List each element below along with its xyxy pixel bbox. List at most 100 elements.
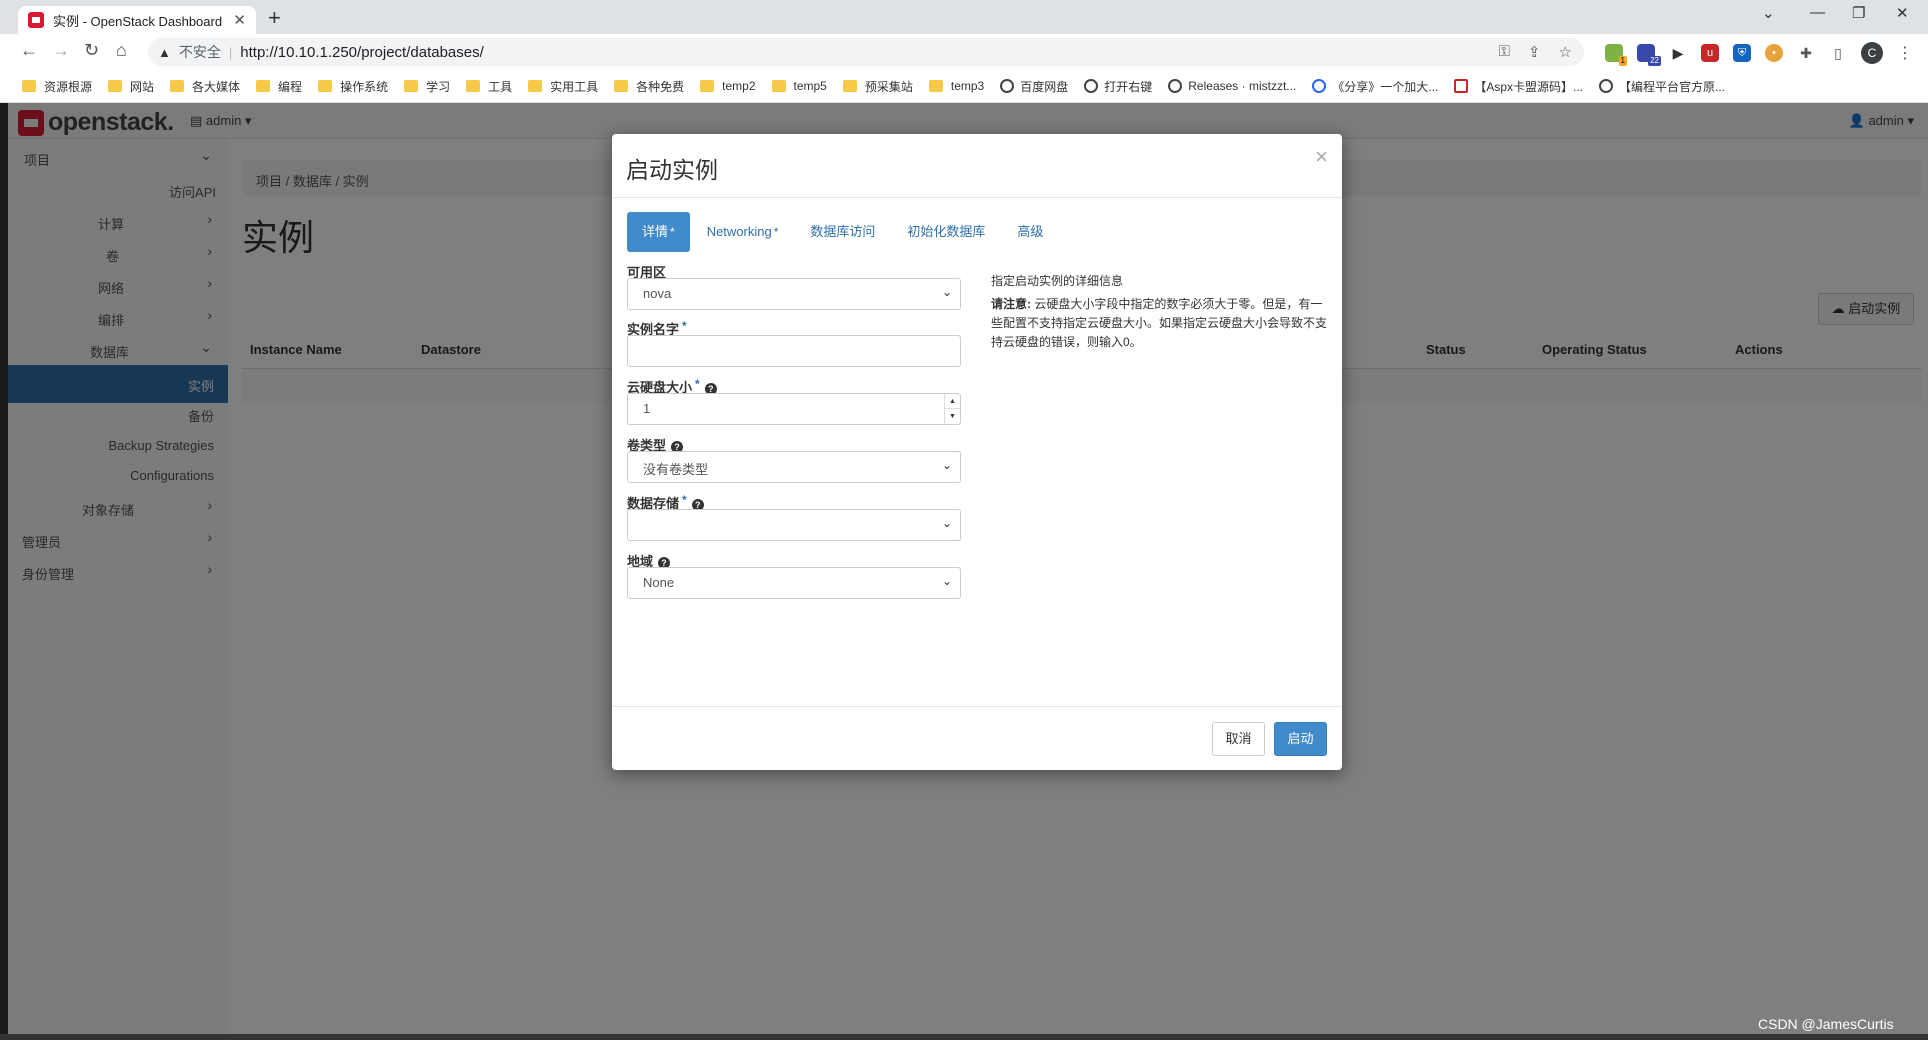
bookmark-item[interactable]: 实用工具 [528,78,598,95]
sidebar-toggle-icon[interactable]: ▯ [1829,44,1847,62]
close-icon[interactable]: × [1315,144,1328,170]
datastore-select[interactable]: ⌄ [627,509,961,541]
url-omnibox[interactable]: ▲ 不安全 | http://10.10.1.250/project/datab… [148,38,1584,66]
ublock-icon[interactable]: u [1701,44,1719,62]
reload-icon[interactable]: ↻ [84,40,99,61]
bookmark-label: 预采集站 [864,79,913,94]
required-asterisk: * [670,225,675,239]
bookmark-label: 《分享》一个加大... [1332,79,1439,94]
browser-tab[interactable]: 实例 - OpenStack Dashboard ✕ [18,6,256,34]
bookmark-item[interactable]: 工具 [466,78,512,95]
bookmark-label: 实用工具 [550,79,599,94]
tab-networking[interactable]: Networking * [692,212,794,252]
bookmark-item[interactable]: Releases · mistzzt... [1168,79,1296,93]
bookmark-label: 工具 [488,79,513,94]
bookmark-label: 【Aspx卡盟源码】... [1474,79,1583,94]
url-text[interactable]: http://10.10.1.250/project/databases/ [240,44,484,61]
bookmark-item[interactable]: 预采集站 [842,78,913,95]
stepper-value: 1 [643,401,651,416]
bookmark-label: 学习 [426,79,451,94]
help-note-label: 请注意: [991,297,1031,311]
play-icon[interactable]: ▶ [1669,44,1687,62]
cookie-icon[interactable]: • [1765,44,1783,62]
bookmark-item[interactable]: 各大媒体 [170,78,240,95]
cancel-button[interactable]: 取消 [1212,722,1265,756]
bookmark-label: 编程 [278,79,303,94]
tab-initialize-databases[interactable]: 初始化数据库 [892,212,1000,252]
help-note: 请注意: 云硬盘大小字段中指定的数字必须大于零。但是，有一些配置不支持指定云硬盘… [991,295,1327,352]
bookmark-item[interactable]: 操作系统 [318,78,388,95]
chevron-down-icon[interactable]: ⌄ [1762,4,1775,22]
bookmark-item[interactable]: temp3 [928,79,984,93]
stepper-up-icon[interactable]: ▲ [945,394,960,409]
bitwarden-icon[interactable]: ⛨ [1733,44,1751,62]
chevron-down-icon: ⌄ [941,458,952,472]
bookmark-item[interactable]: temp5 [771,79,827,93]
modal-title: 启动实例 [626,157,718,183]
folder-icon [466,80,481,92]
bookmark-item[interactable]: 【Aspx卡盟源码】... [1454,78,1583,95]
bookmark-label: 【编程平台官方原... [1619,79,1726,94]
address-bar-row: ← → ↻ ⌂ ▲ 不安全 | http://10.10.1.250/proje… [0,34,1928,70]
minimize-icon[interactable]: — [1810,4,1825,21]
tab-database-access[interactable]: 数据库访问 [795,212,890,252]
bookmark-item[interactable]: 《分享》一个加大... [1312,78,1438,95]
locality-select[interactable]: None ⌄ [627,567,961,599]
bookmark-item[interactable]: 网站 [108,78,154,95]
chevron-down-icon: ⌄ [941,285,952,299]
volume-type-select[interactable]: 没有卷类型 ⌄ [627,451,961,483]
baidu-icon [1312,79,1327,93]
modal-header: 启动实例 × [612,134,1342,198]
extension-badge-icon[interactable]: 1 [1605,44,1627,66]
bookmark-item[interactable]: 学习 [404,78,450,95]
stepper-buttons: ▲ ▼ [944,394,960,424]
window-close-icon[interactable]: ✕ [1896,4,1909,22]
browser-tab-strip: 实例 - OpenStack Dashboard ✕ + ⌄ — ❐ ✕ [0,0,1928,34]
bookmark-item[interactable]: 【编程平台官方原... [1599,78,1725,95]
folder-icon [842,80,857,92]
bookmark-item[interactable]: 编程 [256,78,302,95]
folder-icon [256,80,271,92]
tab-close-icon[interactable]: ✕ [233,11,246,29]
github-icon [1168,79,1183,93]
forward-icon[interactable]: → [52,40,70,61]
launch-button[interactable]: 启动 [1274,722,1327,756]
bookmark-item[interactable]: temp2 [700,79,756,93]
home-icon[interactable]: ⌂ [116,40,127,61]
profile-avatar[interactable]: C [1861,42,1883,64]
share-icon[interactable]: ⇪ [1528,43,1541,61]
availability-zone-select[interactable]: nova ⌄ [627,278,961,310]
globe-icon [1000,79,1015,93]
extension-badge-count: 22 [1648,56,1661,66]
stepper-down-icon[interactable]: ▼ [945,409,960,424]
tab-advanced[interactable]: 高级 [1002,212,1058,252]
star-icon[interactable]: ☆ [1559,43,1572,61]
tab-details[interactable]: 详情 * [627,212,690,252]
bookmark-item[interactable]: 各种免费 [614,78,684,95]
wizard-tabs: 详情 * Networking * 数据库访问 初始化数据库 高级 [627,212,1060,252]
watermark: CSDN @JamesCurtis [1758,1016,1894,1032]
puzzle-icon[interactable]: ✚ [1797,44,1815,62]
folder-icon [108,80,123,92]
bookmark-item[interactable]: 打开右键 [1084,78,1152,95]
bookmark-label: 网站 [130,79,155,94]
kebab-menu-icon[interactable]: ⋮ [1897,43,1913,63]
bookmark-label: temp5 [793,79,827,93]
required-asterisk: * [695,377,700,391]
bookmark-label: 各种免费 [636,79,685,94]
globe-icon [1084,79,1099,93]
tab-label: 初始化数据库 [907,224,986,239]
key-icon[interactable]: ⚿ [1499,43,1510,61]
bookmark-item[interactable]: 百度网盘 [1000,78,1068,95]
volume-size-stepper[interactable]: 1 ▲ ▼ [627,393,961,425]
extensions-area: 1 22 ▶ u ⛨ • ✚ ▯ C ⋮ [1605,42,1913,66]
select-value: nova [643,286,672,301]
folder-icon [22,80,36,92]
new-tab-icon[interactable]: + [268,5,281,31]
instance-name-input[interactable] [627,335,961,367]
restore-icon[interactable]: ❐ [1852,4,1865,22]
back-icon[interactable]: ← [20,40,38,61]
chevron-down-icon: ⌄ [941,516,952,530]
graduation-cap-icon[interactable]: 22 [1637,44,1661,66]
bookmark-item[interactable]: 资源根源 [22,78,92,95]
